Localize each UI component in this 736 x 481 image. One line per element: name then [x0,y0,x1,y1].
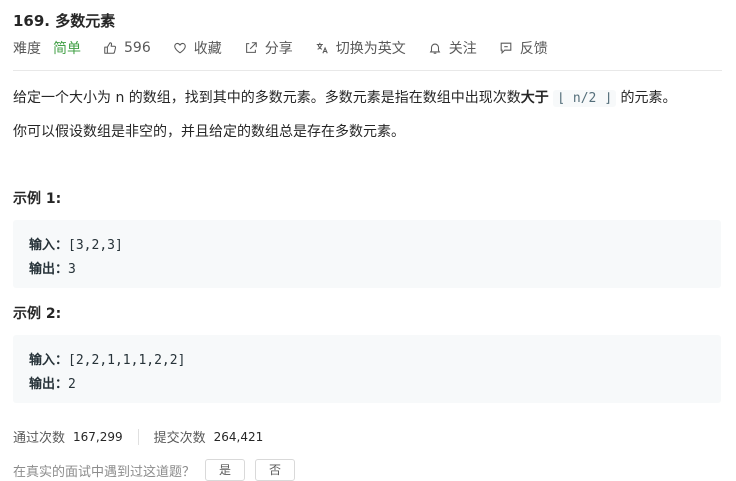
favorite-label: 收藏 [193,41,222,57]
translate-button[interactable]: 切换为英文 [315,38,406,58]
output-label: 输出： [29,262,69,277]
example-1-title: 示例 1: [13,191,62,207]
accepted-label: 通过次数 [13,431,66,446]
example-input-line: 输入：[3,2,3] [29,234,123,253]
output-value: 3 [68,262,76,277]
inline-code: ⌊ n/2 ⌋ [553,90,617,107]
problem-title: 169. 多数元素 [13,12,116,30]
description-paragraph-1: 给定一个大小为 n 的数组，找到其中的多数元素。多数元素是指在数组中出现次数大于… [13,87,676,107]
submissions-count: 264,421 [213,429,264,444]
bell-icon [429,43,441,54]
input-value: [3,2,3] [68,238,123,253]
input-label: 输入： [29,353,69,368]
example-2-block: 输入：[2,2,1,1,1,2,2] 输出：2 [13,335,721,403]
heart-icon [173,42,186,54]
thumbs-up-icon [104,42,117,54]
input-value: [2,2,1,1,1,2,2] [68,353,186,368]
description-text: 的元素。 [620,90,677,106]
share-label: 分享 [264,41,293,57]
submission-stats: 通过次数 167,299 提交次数 264,421 [13,427,263,446]
description-paragraph-2: 你可以假设数组是非空的，并且给定的数组总是存在多数元素。 [13,124,405,140]
output-value: 2 [68,377,76,392]
translate-icon [316,42,328,54]
interview-question-prompt: 在真实的面试中遇到过这道题？ 是 否 [13,459,296,481]
no-button[interactable]: 否 [255,459,296,481]
follow-button[interactable]: 关注 [428,38,477,58]
yes-button[interactable]: 是 [205,459,246,481]
example-2-title: 示例 2: [13,306,62,322]
share-button[interactable]: 分享 [244,38,293,58]
example-output-line: 输出：3 [29,258,76,277]
example-input-line: 输入：[2,2,1,1,1,2,2] [29,349,185,368]
feedback-button[interactable]: 反馈 [499,38,548,58]
favorite-button[interactable]: 收藏 [173,38,222,58]
feedback-label: 反馈 [519,41,548,57]
like-count: 596 [124,40,151,56]
accepted-count: 167,299 [73,429,123,444]
input-label: 输入： [29,238,69,253]
follow-label: 关注 [448,41,477,57]
example-1-block: 输入：[3,2,3] 输出：3 [13,220,721,288]
share-icon [245,42,257,53]
output-label: 输出： [29,377,69,392]
like-button[interactable]: 596 [103,40,151,56]
example-output-line: 输出：2 [29,373,76,392]
translate-label: 切换为英文 [335,41,406,57]
problem-meta-bar: 难度 简单 596 收藏 分享 切换为英文 关注 反馈 [13,38,570,58]
feedback-icon [500,42,512,55]
difficulty-label: 难度 [13,41,41,57]
interview-question-text: 在真实的面试中遇到过这道题？ [13,464,196,480]
submissions-label: 提交次数 [153,431,206,446]
stats-separator [137,428,139,445]
description-bold-text: 大于 [520,90,549,106]
difficulty-badge: 简单 [53,41,81,57]
description-text: 给定一个大小为 n 的数组，找到其中的多数元素。多数元素是指在数组中出现次数 [13,90,521,106]
divider [13,70,722,71]
